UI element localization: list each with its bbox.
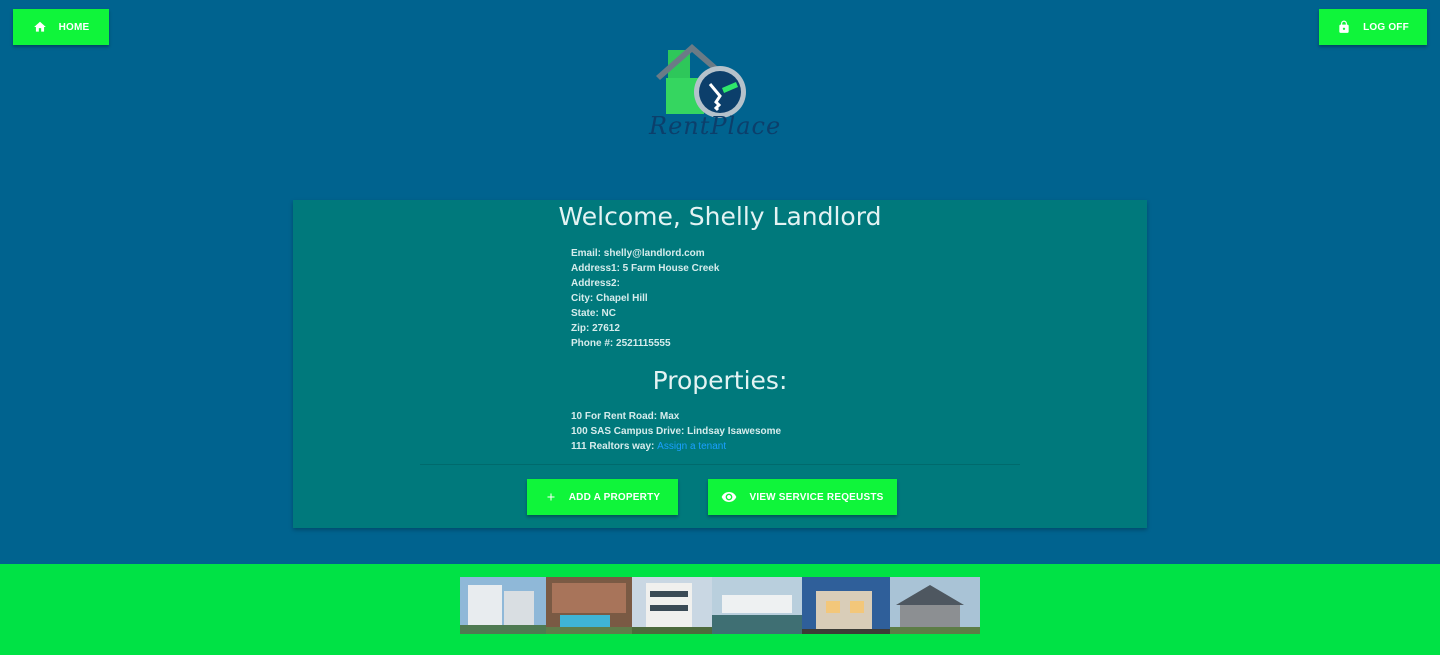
assign-tenant-link[interactable]: Assign a tenant [657,441,726,452]
eye-icon [722,492,737,502]
city-text: City: Chapel Hill [571,293,648,304]
view-service-requests-button[interactable]: VIEW SERVICE REQEUSTS [708,479,897,515]
property-item: 100 SAS Campus Drive: Lindsay Isawesome [571,426,782,437]
logoff-button[interactable]: LOG OFF [1319,9,1427,45]
home-button[interactable]: HOME [13,9,109,45]
zip-text: Zip: 27612 [571,323,620,334]
home-button-label: HOME [58,21,90,33]
properties-heading: Properties: [652,366,788,395]
profile-card: Welcome, Shelly Landlord Email: shelly@l… [293,200,1147,528]
property-item: 111 Realtors way: Assign a tenant [571,441,727,452]
phone-text: Phone #: 2521115555 [571,338,671,349]
home-icon [33,21,46,32]
address1-text: Address1: 5 Farm House Creek [571,263,720,274]
view-service-requests-label: VIEW SERVICE REQEUSTS [749,491,884,503]
logo-wordmark: RentPlace [649,112,782,140]
buildings-photo-strip [460,577,980,634]
welcome-heading: Welcome, Shelly Landlord [558,202,882,231]
logoff-button-label: LOG OFF [1363,21,1409,33]
profile-info: Email: shelly@landlord.com Address1: 5 F… [571,246,719,351]
address2-text: Address2: [571,278,620,289]
lock-icon [1339,20,1349,33]
email-text: Email: shelly@landlord.com [571,248,705,259]
divider [420,464,1020,465]
add-property-button[interactable]: ADD A PROPERTY [527,479,678,515]
footer [0,564,1440,655]
properties-list: 10 For Rent Road: Max 100 SAS Campus Dri… [571,409,781,454]
add-property-label: ADD A PROPERTY [568,491,661,503]
property-item: 10 For Rent Road: Max [571,411,680,422]
plus-icon [547,493,555,501]
state-text: State: NC [571,308,617,319]
